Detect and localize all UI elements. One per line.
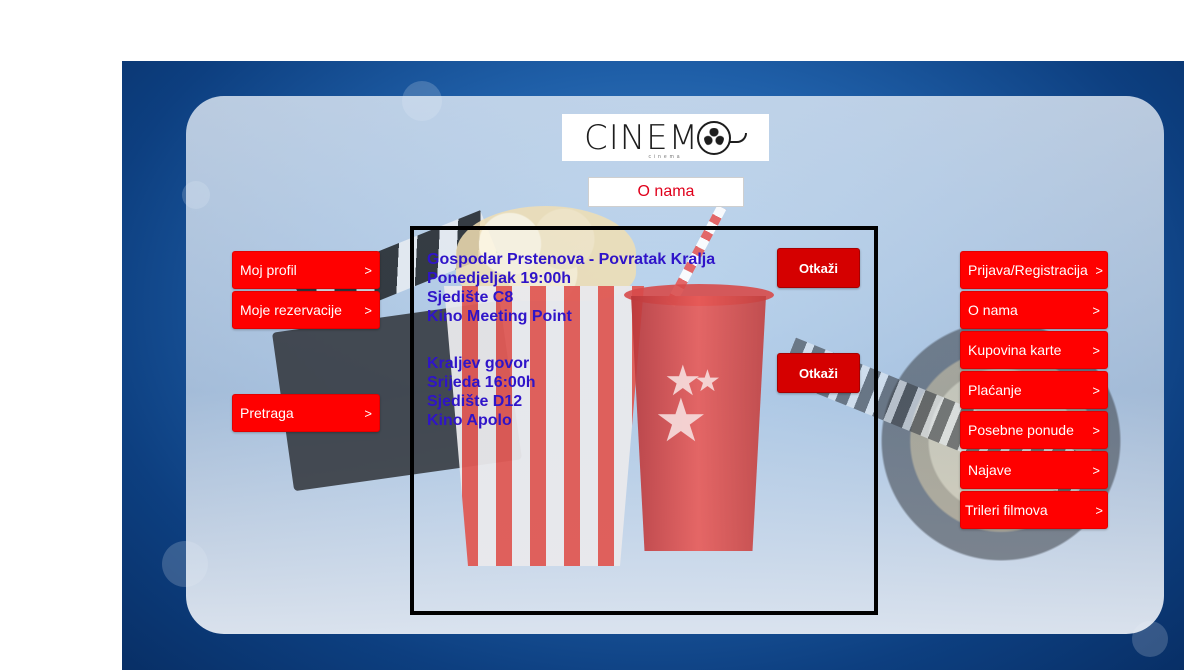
menu-item-about-us[interactable]: O nama > <box>960 291 1108 329</box>
reservation-time: Ponedjeljak 19:00h <box>427 270 572 287</box>
menu-item-buy-ticket[interactable]: Kupovina karte > <box>960 331 1108 369</box>
reservation-cinema: Kino Meeting Point <box>427 308 572 325</box>
menu-item-label: Plaćanje <box>968 382 1022 398</box>
cancel-reservation-button[interactable]: Otkaži <box>777 248 860 288</box>
chevron-right-icon: > <box>1092 342 1100 358</box>
logo-tail-icon <box>729 132 748 143</box>
logo-text: CINEM <box>583 117 700 158</box>
reservation-item: Kraljev govor Srijeda 16:00h Sjedište D1… <box>427 354 536 430</box>
chevron-right-icon: > <box>364 302 372 318</box>
reservation-time: Srijeda 16:00h <box>427 374 536 391</box>
reservation-movie-title: Kraljev govor <box>427 355 530 372</box>
reservation-seat: Sjedište D12 <box>427 393 523 410</box>
reservation-movie-title: Gospodar Prstenova - Povratak Kralja <box>427 251 716 268</box>
cancel-reservation-button[interactable]: Otkaži <box>777 353 860 393</box>
logo-subtitle: cinema <box>648 154 683 160</box>
menu-item-label: Kupovina karte <box>968 342 1062 358</box>
menu-item-my-profile[interactable]: Moj profil > <box>232 251 380 289</box>
reservation-cinema: Kino Apolo <box>427 412 512 429</box>
chevron-right-icon: > <box>364 405 372 421</box>
menu-item-announcements[interactable]: Najave > <box>960 451 1108 489</box>
menu-item-payment[interactable]: Plaćanje > <box>960 371 1108 409</box>
menu-item-label: Prijava/Registracija <box>968 262 1088 278</box>
menu-item-search[interactable]: Pretraga > <box>232 394 380 432</box>
reservation-item: Gospodar Prstenova - Povratak Kralja Pon… <box>427 250 715 326</box>
chevron-right-icon: > <box>1095 262 1103 278</box>
menu-item-label: Posebne ponude <box>968 422 1074 438</box>
menu-item-special-offers[interactable]: Posebne ponude > <box>960 411 1108 449</box>
menu-item-label: Moj profil <box>240 262 297 278</box>
menu-item-label: Moje rezervacije <box>240 302 342 318</box>
menu-item-label: O nama <box>968 302 1018 318</box>
chevron-right-icon: > <box>1092 382 1100 398</box>
menu-item-label: Pretraga <box>240 405 294 421</box>
menu-item-trailers[interactable]: Trileri filmova > <box>960 491 1108 529</box>
menu-item-label: Trileri filmova <box>965 502 1048 518</box>
menu-item-login-register[interactable]: Prijava/Registracija > <box>960 251 1108 289</box>
reservation-seat: Sjedište C8 <box>427 289 514 306</box>
film-reel-icon <box>697 120 732 155</box>
menu-item-label: Najave <box>968 462 1012 478</box>
about-us-button[interactable]: O nama <box>588 177 744 207</box>
chevron-right-icon: > <box>1095 502 1103 518</box>
chevron-right-icon: > <box>364 262 372 278</box>
cinema-logo[interactable]: CINEM cinema <box>562 114 769 161</box>
chevron-right-icon: > <box>1092 422 1100 438</box>
chevron-right-icon: > <box>1092 462 1100 478</box>
chevron-right-icon: > <box>1092 302 1100 318</box>
menu-item-my-reservations[interactable]: Moje rezervacije > <box>232 291 380 329</box>
